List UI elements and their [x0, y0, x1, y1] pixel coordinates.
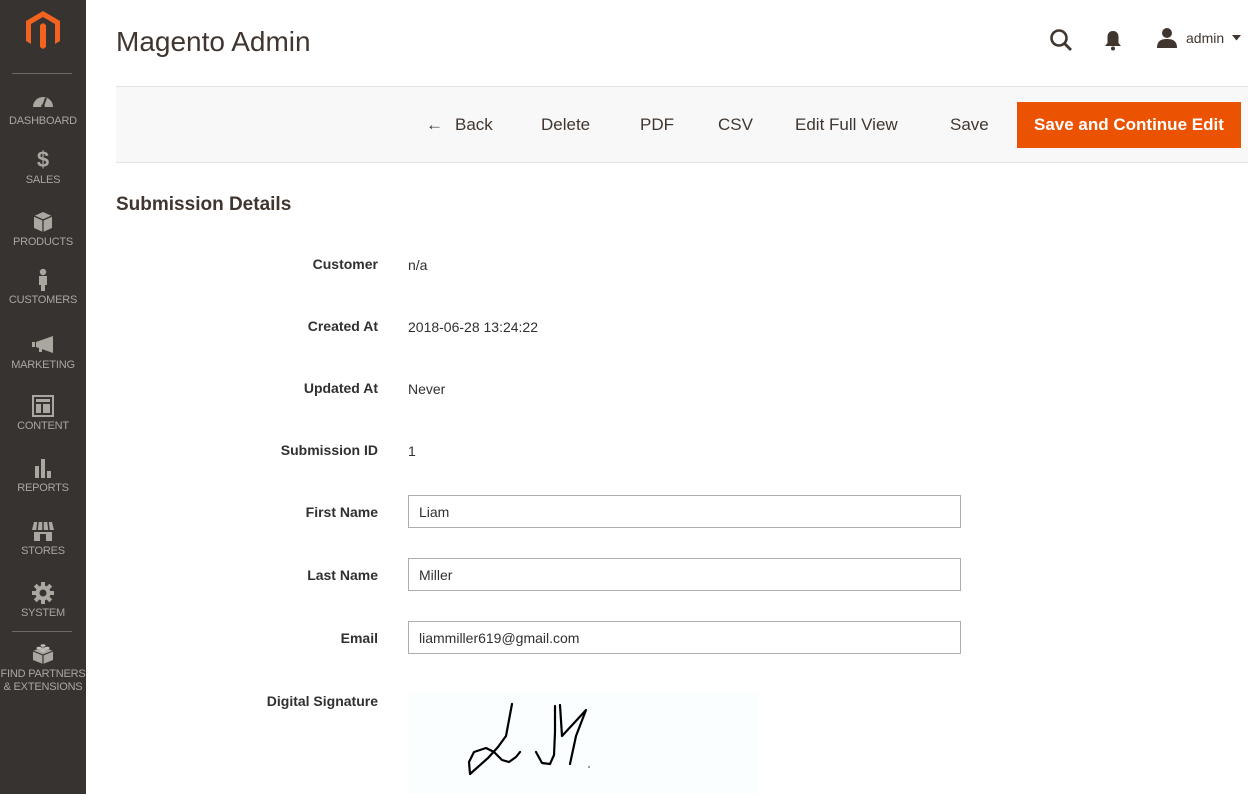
- save-and-continue-button[interactable]: Save and Continue Edit: [1017, 102, 1241, 148]
- digital-signature-image: [408, 692, 758, 794]
- search-icon[interactable]: [1048, 27, 1074, 53]
- last-name-label: Last Name: [307, 567, 378, 583]
- signature-strokes: [467, 702, 590, 776]
- sidebar-item-reports[interactable]: Reports: [0, 456, 86, 495]
- sidebar-item-label: System: [20, 607, 66, 619]
- sidebar-item-label: Products: [12, 236, 74, 248]
- magento-logo-icon[interactable]: [24, 10, 62, 52]
- edit-full-view-button[interactable]: Edit Full View: [795, 102, 898, 148]
- dashboard-gauge-icon: [33, 97, 53, 108]
- sidebar-item-sales[interactable]: $ Sales: [0, 148, 86, 187]
- layout-icon: [32, 395, 54, 417]
- sidebar-item-label: Find Partners: [0, 668, 86, 680]
- section-title: Submission Details: [116, 194, 292, 215]
- chevron-down-icon: [1232, 35, 1242, 41]
- box-icon: [33, 212, 53, 232]
- sidebar-divider: [12, 631, 72, 632]
- sidebar-item-customers[interactable]: Customers: [0, 268, 86, 307]
- last-name-input[interactable]: [408, 558, 961, 591]
- email-label: Email: [340, 630, 378, 646]
- bar-chart-icon: [35, 459, 51, 478]
- sidebar-item-label: Marketing: [11, 359, 75, 371]
- sidebar-item-label: Content: [17, 420, 69, 432]
- admin-sidebar: Dashboard $ Sales Products Customers Mar…: [0, 0, 86, 794]
- submission-id-value: 1: [408, 443, 416, 459]
- megaphone-icon: [32, 336, 53, 353]
- pdf-button[interactable]: PDF: [640, 102, 674, 148]
- dollar-icon: $: [36, 147, 50, 172]
- sidebar-item-find-partners[interactable]: Find Partners & Extensions: [0, 642, 86, 694]
- sidebar-item-label: Sales: [25, 174, 61, 186]
- customer-label: Customer: [312, 256, 378, 272]
- customer-value: n/a: [408, 257, 428, 273]
- updated-at-label: Updated At: [303, 380, 378, 396]
- save-button[interactable]: Save: [950, 102, 989, 148]
- page-actions-toolbar: ← Back Delete PDF CSV Edit Full View Save…: [116, 86, 1248, 163]
- sidebar-item-label: Dashboard: [9, 115, 77, 127]
- user-avatar-icon: [1157, 28, 1177, 48]
- sidebar-item-products[interactable]: Products: [0, 210, 86, 249]
- sidebar-item-label: Stores: [21, 545, 65, 557]
- sidebar-item-label: & Extensions: [3, 681, 83, 693]
- sidebar-divider: [12, 73, 72, 74]
- email-input[interactable]: [408, 621, 961, 654]
- storefront-icon: [32, 521, 54, 541]
- back-button[interactable]: ← Back: [426, 102, 493, 148]
- created-at-value: 2018-06-28 13:24:22: [408, 319, 538, 335]
- sidebar-item-label: Reports: [17, 482, 69, 494]
- updated-at-value: Never: [408, 381, 446, 397]
- sidebar-item-label: Customers: [8, 294, 78, 306]
- first-name-label: First Name: [305, 504, 378, 520]
- user-menu[interactable]: admin: [1156, 26, 1242, 50]
- gear-icon: [32, 582, 54, 604]
- sidebar-item-system[interactable]: System: [0, 581, 86, 620]
- first-name-input[interactable]: [408, 495, 961, 528]
- csv-button[interactable]: CSV: [718, 102, 753, 148]
- back-label: Back: [455, 115, 493, 134]
- lego-brick-icon: [32, 644, 54, 664]
- notification-bell-icon[interactable]: [1102, 29, 1124, 51]
- sidebar-item-content[interactable]: Content: [0, 394, 86, 433]
- page-title: Magento Admin: [116, 26, 311, 57]
- sidebar-item-dashboard[interactable]: Dashboard: [0, 89, 86, 128]
- sidebar-item-stores[interactable]: Stores: [0, 519, 86, 558]
- sidebar-item-marketing[interactable]: Marketing: [0, 333, 86, 372]
- user-name: admin: [1186, 30, 1225, 46]
- submission-id-label: Submission ID: [280, 442, 378, 458]
- delete-button[interactable]: Delete: [541, 102, 590, 148]
- digital-signature-label: Digital Signature: [266, 693, 378, 709]
- arrow-left-icon: ←: [426, 115, 443, 134]
- person-icon: [39, 268, 47, 291]
- created-at-label: Created At: [307, 318, 378, 334]
